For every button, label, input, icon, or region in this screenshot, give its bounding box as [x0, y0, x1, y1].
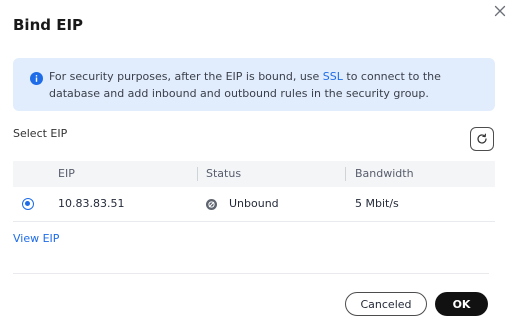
bandwidth-cell: 5 Mbit/s [355, 197, 399, 210]
ssl-link[interactable]: SSL [323, 70, 343, 83]
refresh-button[interactable] [470, 127, 494, 151]
info-icon [30, 70, 43, 85]
column-header-status: Status [206, 167, 242, 180]
refresh-icon [476, 130, 488, 149]
notice-text-before: For security purposes, after the EIP is … [49, 70, 323, 83]
dialog-title: Bind EIP [13, 16, 84, 34]
column-header-eip: EIP [58, 167, 75, 180]
column-divider [197, 167, 198, 181]
row-radio-button[interactable] [22, 198, 34, 210]
table-header: EIP Status Bandwidth [13, 161, 495, 187]
column-header-bandwidth: Bandwidth [355, 167, 414, 180]
bind-eip-dialog: Bind EIP For security purposes, after th… [0, 0, 511, 326]
notice-text: For security purposes, after the EIP is … [49, 68, 485, 102]
footer-divider [13, 273, 489, 274]
close-icon[interactable] [492, 3, 508, 19]
cancel-button[interactable]: Canceled [345, 292, 427, 316]
security-notice: For security purposes, after the EIP is … [13, 58, 495, 111]
unbound-status-icon [206, 199, 217, 210]
select-eip-label: Select EIP [13, 127, 68, 140]
ok-button[interactable]: OK [435, 292, 488, 316]
view-eip-link[interactable]: View EIP [13, 232, 59, 245]
eip-table: EIP Status Bandwidth 10.83.83.51 Unbound… [13, 161, 495, 222]
status-cell: Unbound [229, 197, 279, 210]
eip-cell: 10.83.83.51 [58, 197, 125, 210]
table-row[interactable]: 10.83.83.51 Unbound 5 Mbit/s [13, 187, 495, 222]
column-divider [345, 167, 346, 181]
